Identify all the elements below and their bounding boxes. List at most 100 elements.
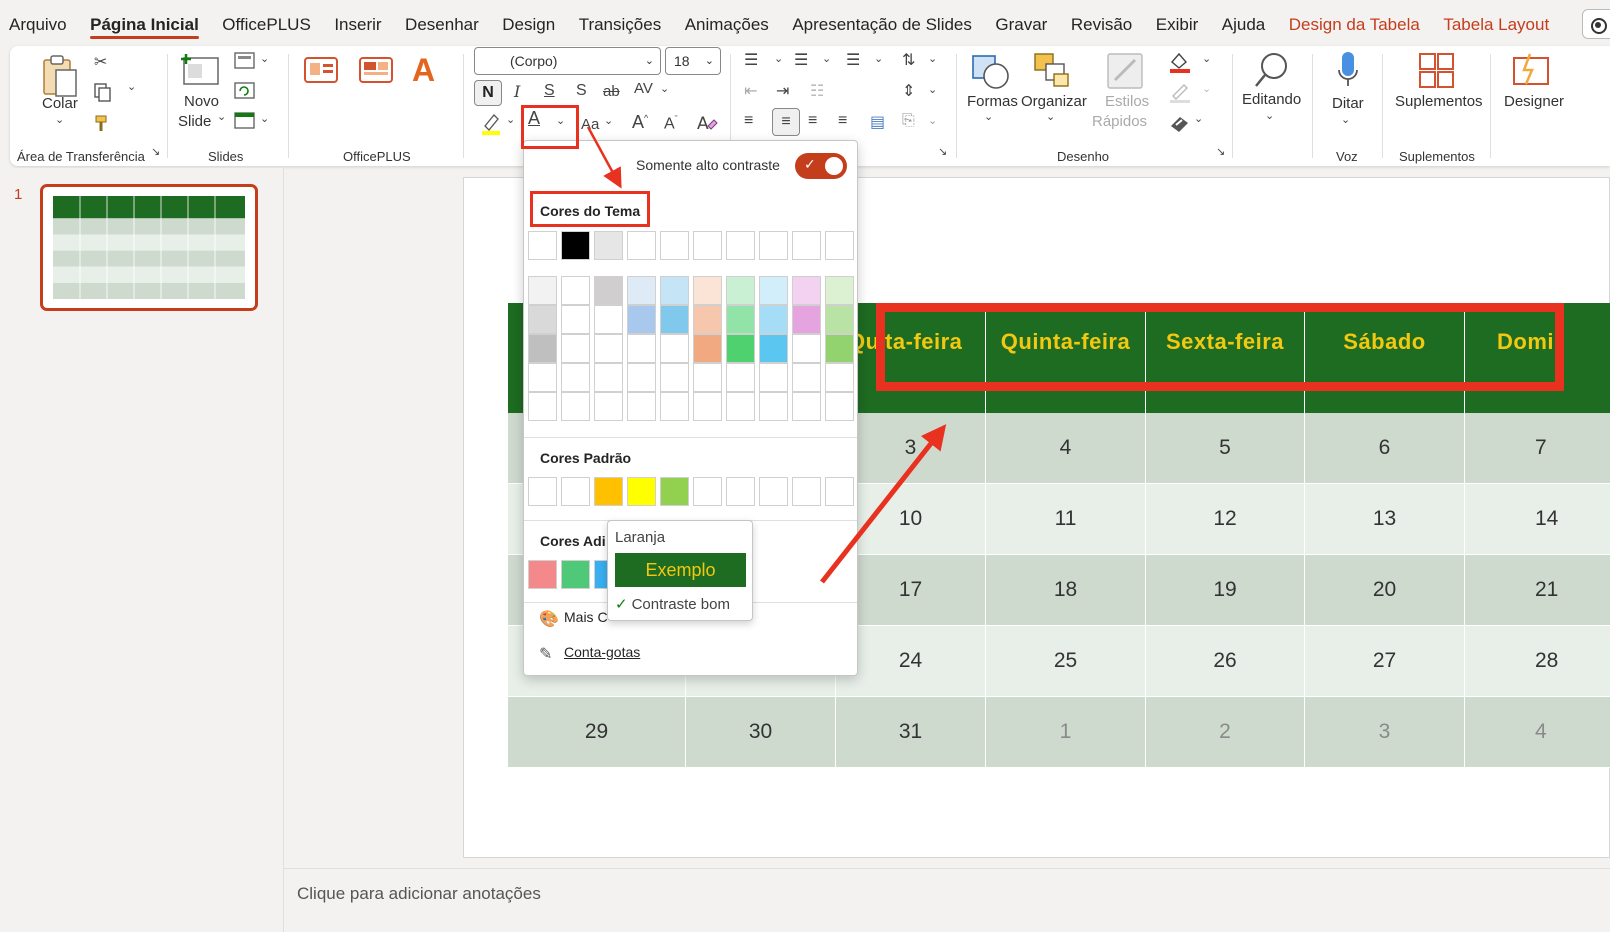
color-swatch[interactable] [660, 334, 689, 363]
font-size-combo[interactable]: 18 ⌄ [665, 47, 721, 75]
calendar-cell[interactable]: 28 [1465, 626, 1610, 697]
color-swatch[interactable] [759, 334, 788, 363]
tab-ajuda[interactable]: Ajuda [1222, 0, 1265, 48]
color-swatch[interactable] [759, 276, 788, 305]
color-swatch[interactable] [594, 363, 623, 392]
chevron-down-icon[interactable]: ⌄ [1046, 110, 1055, 123]
chevron-down-icon[interactable]: ⌄ [928, 52, 937, 65]
color-swatch[interactable] [792, 392, 821, 421]
tab-animacoes[interactable]: Animações [685, 0, 769, 48]
color-swatch[interactable] [627, 305, 656, 334]
chevron-down-icon[interactable]: ⌄ [874, 52, 883, 65]
color-swatch[interactable] [660, 276, 689, 305]
color-swatch[interactable] [825, 334, 854, 363]
officeplus-slides-icon[interactable] [303, 56, 339, 86]
color-swatch[interactable] [627, 334, 656, 363]
decrease-indent-icon[interactable]: ⇤ [744, 81, 757, 101]
color-swatch[interactable] [627, 276, 656, 305]
calendar-cell[interactable]: 3 [836, 413, 986, 484]
microphone-icon[interactable] [1336, 50, 1360, 90]
color-swatch[interactable] [561, 305, 590, 334]
tab-exibir[interactable]: Exibir [1156, 0, 1199, 48]
color-swatch[interactable] [792, 231, 821, 260]
font-name-combo[interactable]: (Corpo) ⌄ [474, 47, 661, 75]
color-swatch[interactable] [759, 392, 788, 421]
smartart-icon[interactable]: ▤ [870, 112, 885, 132]
chevron-down-icon[interactable]: ⌄ [928, 114, 937, 127]
convert-icon[interactable]: ⎘ [902, 112, 915, 130]
layout-icon[interactable] [234, 52, 256, 70]
justify-icon[interactable]: ≡ [838, 112, 847, 130]
color-swatch[interactable] [528, 477, 557, 506]
color-swatch[interactable] [726, 305, 755, 334]
color-swatch[interactable] [792, 334, 821, 363]
tab-design[interactable]: Design [502, 0, 555, 48]
notes-pane[interactable]: Clique para adicionar anotações [284, 868, 1610, 932]
tab-inserir[interactable]: Inserir [334, 0, 381, 48]
color-swatch[interactable] [594, 392, 623, 421]
color-swatch[interactable] [561, 276, 590, 305]
color-swatch[interactable] [693, 276, 722, 305]
calendar-cell[interactable]: 6 [1305, 413, 1465, 484]
addins-icon[interactable] [1418, 52, 1456, 90]
high-contrast-toggle[interactable]: ✓ [795, 153, 847, 179]
color-swatch[interactable] [759, 477, 788, 506]
tab-tabela-layout[interactable]: Tabela Layout [1443, 0, 1549, 48]
color-swatch[interactable] [627, 231, 656, 260]
color-swatch[interactable] [825, 276, 854, 305]
color-swatch[interactable] [759, 363, 788, 392]
color-swatch[interactable] [528, 305, 557, 334]
color-swatch[interactable] [660, 363, 689, 392]
dialog-launcher-icon[interactable]: ↘ [151, 145, 160, 158]
dialog-launcher-icon[interactable]: ↘ [938, 145, 947, 158]
quick-styles-label[interactable]: Estilos [1105, 93, 1149, 110]
change-case-button[interactable]: Aa [581, 116, 599, 133]
color-swatch[interactable] [792, 363, 821, 392]
format-painter-icon[interactable] [92, 112, 114, 134]
new-slide-label[interactable]: Novo [184, 93, 219, 110]
text-direction-icon[interactable]: ⇅ [902, 50, 915, 70]
designer-icon[interactable] [1512, 52, 1552, 88]
color-swatch[interactable] [627, 392, 656, 421]
color-swatch[interactable] [693, 477, 722, 506]
calendar-cell[interactable]: 4 [986, 413, 1146, 484]
color-swatch[interactable] [594, 334, 623, 363]
bold-button[interactable]: N [474, 80, 502, 106]
shapes-label[interactable]: Formas [967, 93, 1018, 110]
reset-icon[interactable] [234, 82, 256, 100]
color-swatch[interactable] [726, 231, 755, 260]
color-swatch[interactable] [594, 305, 623, 334]
increase-indent-icon[interactable]: ⇥ [776, 81, 789, 101]
tab-design-da-tabela[interactable]: Design da Tabela [1289, 0, 1420, 48]
align-left-icon[interactable]: ≡ [744, 112, 753, 130]
color-swatch[interactable] [561, 363, 590, 392]
color-swatch[interactable] [528, 334, 557, 363]
color-swatch[interactable] [726, 392, 755, 421]
shape-fill-icon[interactable] [1168, 50, 1192, 74]
color-swatch[interactable] [726, 363, 755, 392]
color-swatch[interactable] [561, 477, 590, 506]
shadow-button[interactable]: S [576, 82, 587, 100]
calendar-cell[interactable]: 17 [836, 555, 986, 626]
chevron-down-icon[interactable]: ⌄ [260, 112, 269, 125]
quick-styles-icon[interactable] [1105, 50, 1147, 92]
copy-icon[interactable] [93, 82, 113, 102]
chevron-down-icon[interactable]: ⌄ [928, 83, 937, 96]
calendar-cell[interactable]: 14 [1465, 484, 1610, 555]
addins-label[interactable]: Suplementos [1395, 93, 1483, 110]
calendar-cell[interactable]: 31 [836, 697, 986, 768]
calendar-cell[interactable]: 5 [1146, 413, 1305, 484]
tab-arquivo[interactable]: Arquivo [9, 0, 67, 48]
designer-label[interactable]: Designer [1504, 93, 1564, 110]
chevron-down-icon[interactable]: ⌄ [984, 110, 993, 123]
calendar-cell[interactable]: 18 [986, 555, 1146, 626]
calendar-cell[interactable]: 25 [986, 626, 1146, 697]
chevron-down-icon[interactable]: ⌄ [1202, 82, 1211, 95]
color-swatch[interactable] [792, 305, 821, 334]
chevron-down-icon[interactable]: ⌄ [55, 113, 64, 126]
color-swatch[interactable] [528, 276, 557, 305]
calendar-cell[interactable]: 19 [1146, 555, 1305, 626]
color-swatch[interactable] [660, 392, 689, 421]
tab-pagina-inicial[interactable]: Página Inicial [90, 0, 199, 48]
shapes-icon[interactable] [970, 50, 1012, 92]
